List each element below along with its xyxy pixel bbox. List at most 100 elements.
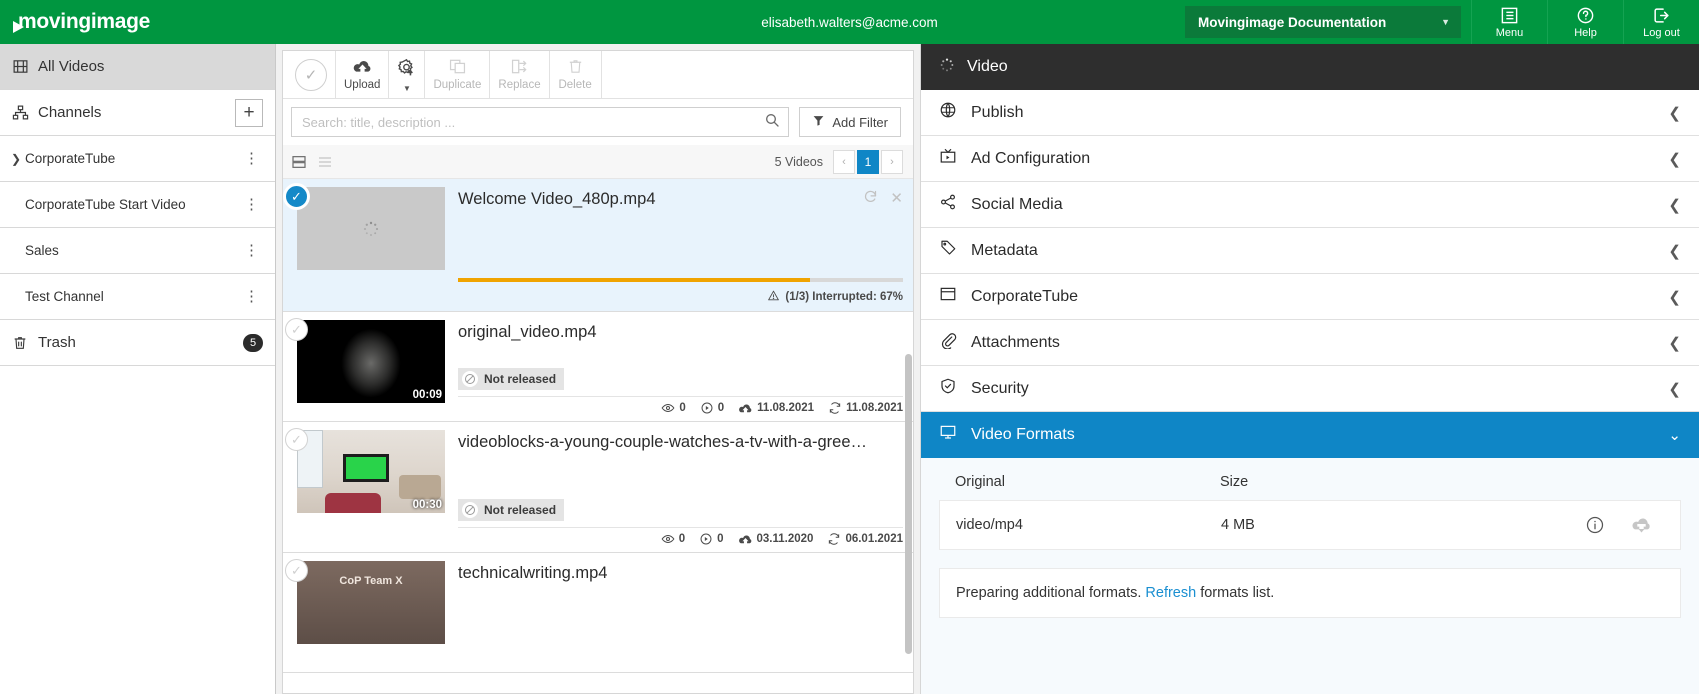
video-title[interactable]: Welcome Video_480p.mp4 <box>458 187 903 209</box>
menu-list-icon <box>1500 6 1519 25</box>
section-video-formats[interactable]: Video Formats ⌄ <box>921 412 1699 458</box>
refresh-formats-link[interactable]: Refresh <box>1145 585 1196 601</box>
sidebar-item-test-channel-label: Test Channel <box>25 289 104 304</box>
search-field[interactable] <box>291 107 790 137</box>
detail-panel-header: Video <box>921 44 1699 90</box>
section-publish[interactable]: Publish ❮ <box>921 90 1699 136</box>
upload-progress: (1/3) Interrupted: 67% <box>458 278 903 305</box>
eye-icon <box>661 404 675 412</box>
sidebar-item-sales[interactable]: Sales ⋮ <box>0 228 275 274</box>
sidebar-item-menu-icon[interactable]: ⋮ <box>240 197 263 212</box>
video-card[interactable]: ✓ Welcome Video_480p.mp4 ✕ (1/3) Interru… <box>283 179 913 312</box>
warning-icon <box>767 289 780 305</box>
video-title[interactable]: videoblocks-a-young-couple-watches-a-tv-… <box>458 430 903 452</box>
sidebar-item-menu-icon[interactable]: ⋮ <box>240 151 263 166</box>
thumb-green-screen <box>343 454 389 482</box>
window-icon <box>939 285 957 308</box>
cloud-upload-icon <box>739 403 752 412</box>
grid-view-icon[interactable] <box>291 154 307 170</box>
section-security[interactable]: Security ❮ <box>921 366 1699 412</box>
logout-button[interactable]: Log out <box>1623 0 1699 44</box>
paperclip-icon <box>939 331 957 354</box>
video-card[interactable]: ✓ 00:30 videoblocks-a-young-couple-watch… <box>283 422 913 553</box>
uploaded-date: 03.11.2020 <box>738 533 814 546</box>
menu-button[interactable]: Menu <box>1471 0 1547 44</box>
uploaded-date-text: 03.11.2020 <box>756 533 814 545</box>
replace-button[interactable]: Replace <box>489 51 548 98</box>
add-channel-button[interactable]: + <box>235 98 263 127</box>
chevron-right-icon[interactable]: ❯ <box>11 152 25 166</box>
sidebar-item-corporatetube-start-video[interactable]: CorporateTube Start Video ⋮ <box>0 182 275 228</box>
section-attachments[interactable]: Attachments ❮ <box>921 320 1699 366</box>
loading-spinner-icon <box>939 57 955 78</box>
upload-settings-button[interactable]: ▼ <box>388 51 424 98</box>
help-button[interactable]: Help <box>1547 0 1623 44</box>
plays-count: 0 <box>717 402 725 414</box>
video-select-checkbox[interactable]: ✓ <box>285 428 308 451</box>
sitemap-icon <box>12 104 38 121</box>
sidebar-item-test-channel[interactable]: Test Channel ⋮ <box>0 274 275 320</box>
video-select-checkbox[interactable]: ✓ <box>285 559 308 582</box>
formats-note: Preparing additional formats. Refresh fo… <box>939 568 1681 618</box>
search-icon[interactable] <box>764 112 780 133</box>
chevron-down-icon: ▼ <box>1441 17 1450 27</box>
uploaded-date-text: 11.08.2021 <box>757 402 815 414</box>
next-page-button[interactable]: › <box>881 149 903 174</box>
formats-col-size: Size <box>1220 474 1249 490</box>
prev-page-button[interactable]: ‹ <box>833 149 855 174</box>
duplicate-button[interactable]: Duplicate <box>424 51 489 98</box>
video-card[interactable]: ✓ 00:09 original_video.mp4 Not released … <box>283 312 913 422</box>
plays-count: 0 <box>717 533 724 545</box>
video-info: original_video.mp4 Not released 0 0 11.0… <box>445 320 903 415</box>
tv-icon <box>939 147 957 170</box>
section-video-formats-label: Video Formats <box>971 425 1075 443</box>
logout-button-label: Log out <box>1643 26 1680 39</box>
video-select-checkbox[interactable]: ✓ <box>285 318 308 341</box>
question-circle-icon <box>1576 6 1595 25</box>
video-thumbnail[interactable]: 00:09 <box>297 320 445 403</box>
brand-label: movingimage <box>18 10 151 33</box>
sidebar-item-trash[interactable]: Trash 5 <box>0 320 275 366</box>
app-header: movingimage elisabeth.walters@acme.com M… <box>0 0 1699 44</box>
video-list-scrollbar[interactable] <box>905 354 912 692</box>
tenant-selector[interactable]: Movingimage Documentation ▼ <box>1185 6 1461 38</box>
sidebar-item-menu-icon[interactable]: ⋮ <box>240 289 263 304</box>
delete-button[interactable]: Delete <box>548 51 601 98</box>
upload-button[interactable]: Upload <box>335 51 388 98</box>
section-social-media[interactable]: Social Media ❮ <box>921 182 1699 228</box>
delete-button-label: Delete <box>558 79 592 91</box>
brand-logo: movingimage <box>13 10 151 34</box>
play-circle-icon <box>700 533 712 545</box>
video-thumbnail[interactable]: 00:30 <box>297 430 445 513</box>
sidebar-item-corporatetube[interactable]: ❯ CorporateTube ⋮ <box>0 136 275 182</box>
video-title[interactable]: technicalwriting.mp4 <box>458 561 903 583</box>
search-input[interactable] <box>302 114 765 130</box>
thumb-person <box>325 493 381 513</box>
sidebar-item-channels[interactable]: Channels + <box>0 90 275 136</box>
sidebar-item-corporatetube-label: CorporateTube <box>25 151 116 166</box>
upload-status: (1/3) Interrupted: 67% <box>458 289 903 305</box>
sidebar-item-menu-icon[interactable]: ⋮ <box>240 243 263 258</box>
video-select-checkbox[interactable]: ✓ <box>285 185 308 208</box>
video-card[interactable]: ✓ CoP Team X technicalwriting.mp4 <box>283 553 913 673</box>
tenant-label: Movingimage Documentation <box>1198 14 1387 30</box>
add-filter-button[interactable]: Add Filter <box>799 107 901 137</box>
select-all-button[interactable]: ✓ <box>295 58 327 91</box>
video-thumbnail[interactable]: CoP Team X <box>297 561 445 644</box>
close-icon[interactable]: ✕ <box>890 189 903 208</box>
section-ad-configuration[interactable]: Ad Configuration ❮ <box>921 136 1699 182</box>
section-corporatetube[interactable]: CorporateTube ❮ <box>921 274 1699 320</box>
refresh-icon[interactable] <box>863 189 878 208</box>
info-icon[interactable] <box>1572 515 1618 535</box>
section-metadata[interactable]: Metadata ❮ <box>921 228 1699 274</box>
page-number-1[interactable]: 1 <box>857 149 879 174</box>
video-thumbnail[interactable] <box>297 187 445 270</box>
plays-stat: 0 <box>700 401 724 415</box>
video-title[interactable]: original_video.mp4 <box>458 320 903 342</box>
list-view-icon[interactable] <box>317 154 333 170</box>
sidebar-item-all-videos[interactable]: All Videos <box>0 44 275 90</box>
not-released-icon <box>462 371 478 387</box>
download-icon[interactable] <box>1618 516 1664 534</box>
chevron-left-icon: ❮ <box>1668 104 1681 122</box>
cloud-upload-icon <box>352 58 373 78</box>
